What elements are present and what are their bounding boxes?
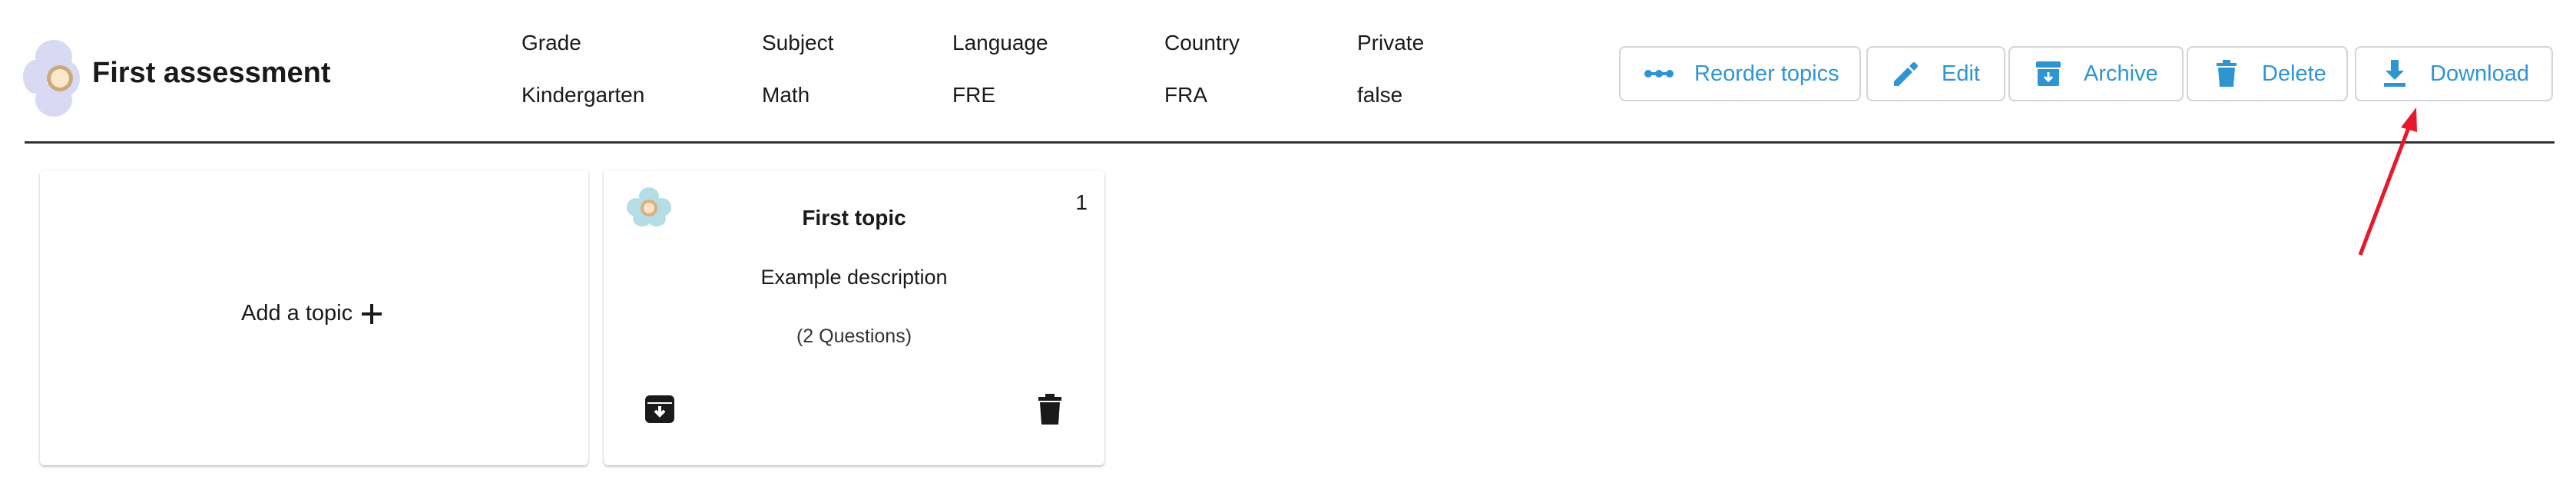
meta-language-label: Language: [952, 31, 1048, 55]
meta-country-label: Country: [1164, 31, 1240, 55]
edit-label: Edit: [1942, 61, 1980, 86]
assessment-title: First assessment: [92, 57, 331, 89]
add-topic-card[interactable]: Add a topic: [40, 170, 588, 465]
reorder-icon: [1644, 58, 1674, 89]
meta-private-label: Private: [1357, 31, 1425, 55]
plus-icon: [360, 302, 383, 326]
meta-private-value: false: [1357, 83, 1403, 107]
topic-archive-icon[interactable]: [644, 393, 676, 425]
trash-icon: [2211, 58, 2242, 89]
meta-language-value: FRE: [952, 83, 995, 107]
edit-button[interactable]: Edit: [1866, 46, 2005, 101]
topic-title: First topic: [802, 206, 906, 230]
meta-grade-label: Grade: [521, 31, 581, 55]
flower-logo-icon: [23, 38, 80, 118]
topic-question-count: (2 Questions): [796, 326, 912, 347]
add-topic-button[interactable]: Add a topic: [241, 301, 383, 326]
archive-icon: [2033, 58, 2064, 89]
meta-subject-label: Subject: [762, 31, 834, 55]
topic-description: Example description: [760, 266, 948, 289]
topic-card[interactable]: 1 First topic Example description (2 Que…: [604, 170, 1104, 465]
pencil-icon: [1891, 58, 1922, 89]
download-button[interactable]: Download: [2355, 46, 2553, 101]
reorder-topics-label: Reorder topics: [1694, 61, 1839, 86]
meta-subject-value: Math: [762, 83, 810, 107]
delete-button[interactable]: Delete: [2187, 46, 2348, 101]
meta-country-value: FRA: [1164, 83, 1207, 107]
meta-grade-value: Kindergarten: [521, 83, 645, 107]
add-topic-label: Add a topic: [241, 301, 353, 326]
assessment-header: First assessment Grade Kindergarten Subj…: [0, 0, 2576, 144]
archive-button[interactable]: Archive: [2008, 46, 2184, 101]
download-label: Download: [2430, 61, 2529, 86]
delete-label: Delete: [2262, 61, 2326, 86]
header-divider: [25, 141, 2554, 144]
archive-label: Archive: [2084, 61, 2158, 86]
download-icon: [2379, 58, 2410, 89]
topic-delete-icon[interactable]: [1034, 393, 1066, 425]
reorder-topics-button[interactable]: Reorder topics: [1619, 46, 1861, 101]
